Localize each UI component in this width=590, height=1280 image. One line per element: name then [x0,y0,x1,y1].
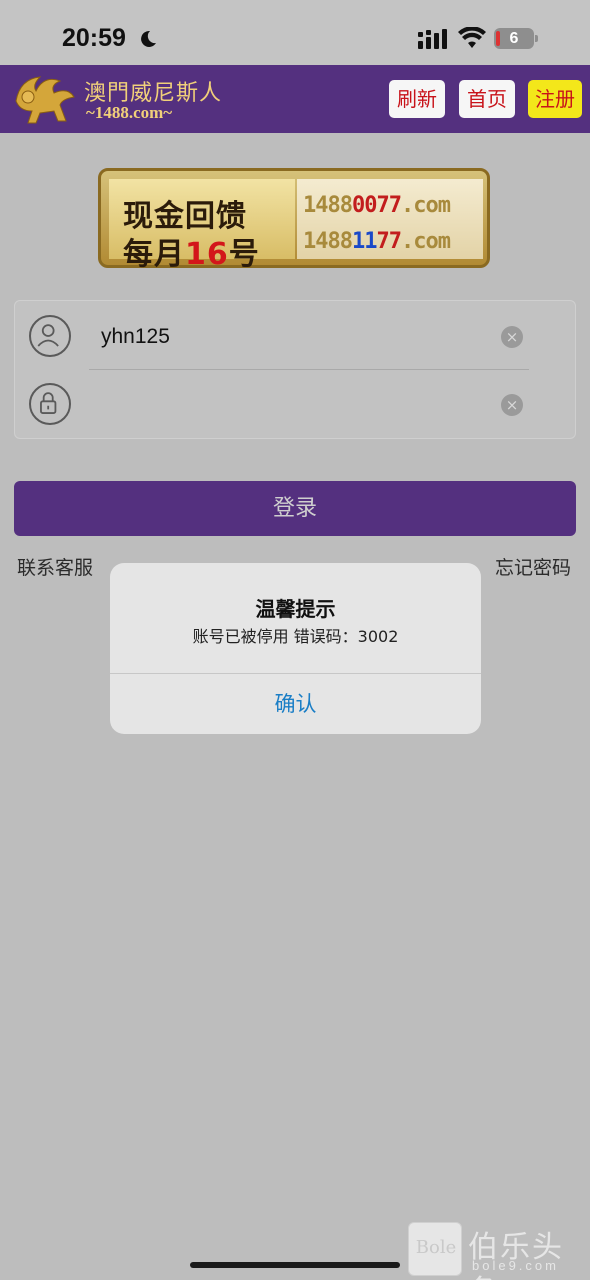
username-input[interactable]: yhn125 [101,321,491,353]
logo-domain: ~1488.com~ [86,103,173,122]
wifi-icon [458,27,486,48]
status-time: 20:59 [62,24,126,52]
banner-line2: 每月16号 [123,229,303,273]
moon-icon [141,30,156,47]
clear-username-icon[interactable]: × [501,326,523,348]
banner-url-2-part-c: 77 [376,229,401,254]
login-card: yhn125 × × [14,300,576,439]
register-button[interactable]: 注册 [528,80,582,118]
clear-password-icon[interactable]: × [501,394,523,416]
home-indicator[interactable] [190,1262,400,1268]
banner-url-2-part-a: 1488 [303,229,353,254]
user-icon [29,315,71,357]
alert-dialog: 温馨提示 账号已被停用 错误码：3002 确认 [110,563,481,734]
alert-confirm-button[interactable]: 确认 [110,674,481,734]
banner-left-panel: 现金回馈 每月16号 [109,179,295,272]
status-bar: 20:59 6 [0,0,590,65]
lock-icon [29,383,71,425]
banner-url-2-part-d: .com [400,229,451,254]
alert-message: 账号已被停用 错误码：3002 [192,627,399,646]
banner-line2-suffix: 号 [228,237,260,272]
winged-lion-logo-icon [15,76,75,124]
battery-level: 6 [509,30,519,47]
banner-url-1-part-c: 77 [376,193,401,218]
refresh-button[interactable]: 刷新 [389,80,445,118]
watermark-logo-text: Bole [415,1237,457,1258]
watermark-logo: Bole [408,1222,462,1276]
watermark-site: bole9.com [472,1258,559,1273]
forgot-password-link[interactable]: 忘记密码 [495,553,571,580]
banner-url-1: 14880077.com [303,193,479,218]
contact-support-link[interactable]: 联系客服 [17,553,93,580]
home-button[interactable]: 首页 [459,80,515,118]
banner-right-panel: 14880077.com 14881177.com [297,179,483,259]
banner-url-2: 14881177.com [303,229,479,254]
banner-url-1-part-a: 1488 [303,193,353,218]
field-divider [89,369,529,370]
signal-icon [418,29,447,49]
banner-line2-highlight: 16 [185,237,229,272]
battery-icon: 6 [494,28,538,49]
banner-url-1-part-b: 00 [351,193,377,218]
alert-title: 温馨提示 [255,597,336,621]
promo-banner[interactable]: 现金回馈 每月16号 14880077.com 14881177.com [98,168,490,272]
app-header: 澳門威尼斯人 ~1488.com~ 刷新 首页 注册 [0,65,590,133]
password-input[interactable] [101,389,491,421]
banner-url-2-part-b: 11 [351,229,377,254]
login-button[interactable]: 登录 [14,481,576,536]
banner-url-1-part-d: .com [400,193,451,218]
banner-line2-prefix: 每月 [123,237,185,272]
